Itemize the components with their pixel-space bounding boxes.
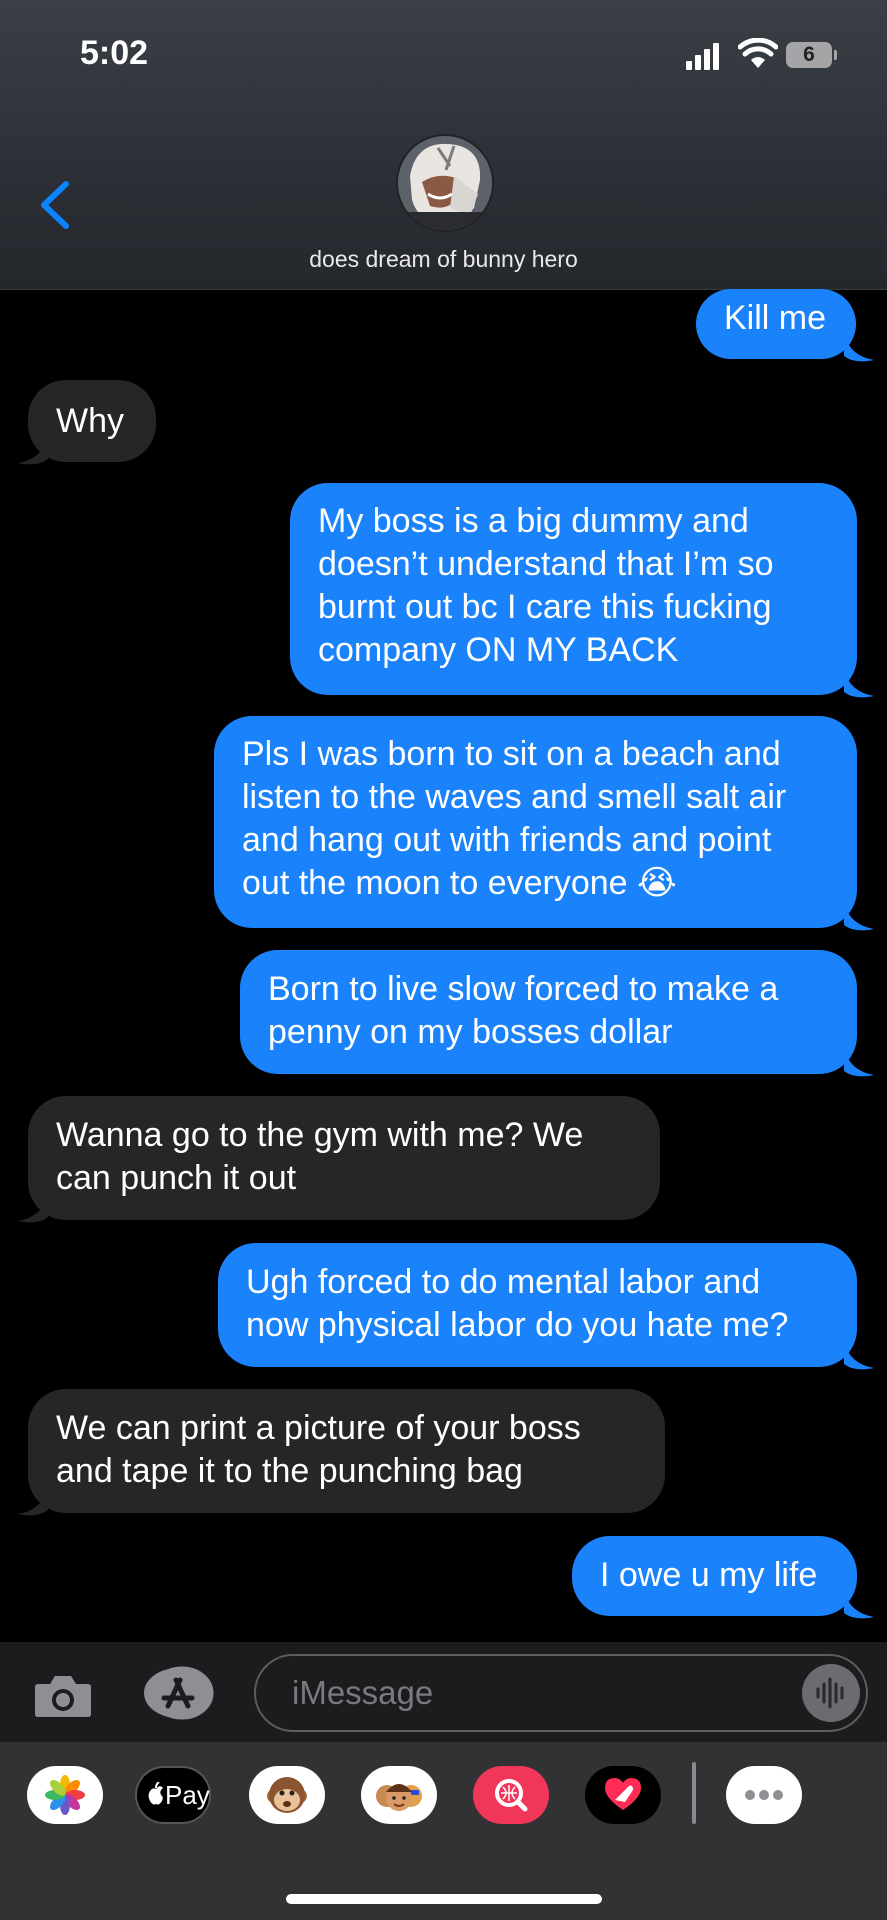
sent-message-bubble[interactable]: I owe u my life [572, 1536, 857, 1616]
apple-pay-label: Pay [165, 1780, 210, 1810]
bubble-tail [844, 1049, 874, 1077]
apple-pay-app-icon[interactable]: Pay [135, 1766, 211, 1824]
message-text: I owe u my life [600, 1556, 818, 1594]
cellular-signal-icon [686, 42, 722, 70]
app-store-icon[interactable] [142, 1666, 216, 1720]
sent-message-bubble[interactable]: Ugh forced to do mental labor and now ph… [218, 1243, 857, 1367]
animoji-monkey-icon[interactable] [249, 1766, 325, 1824]
message-text: and tape it to the punching bag [56, 1452, 523, 1490]
message-text: now physical labor do you hate me? [246, 1306, 789, 1344]
message-text: company ON MY BACK [318, 631, 679, 669]
memoji-stickers-icon[interactable] [361, 1766, 437, 1824]
sent-message-bubble[interactable]: Pls I was born to sit on a beach and lis… [214, 716, 857, 928]
camera-icon[interactable] [34, 1672, 92, 1718]
message-input-bar: iMessage [0, 1642, 887, 1742]
bubble-tail [18, 1195, 48, 1223]
received-message-bubble[interactable]: Wanna go to the gym with me? We can punc… [28, 1096, 660, 1220]
status-time: 5:02 [80, 34, 149, 72]
bubble-tail [18, 437, 48, 465]
contact-name[interactable]: does dream of bunny hero [0, 246, 887, 273]
sent-message-bubble[interactable]: Kill me [696, 289, 856, 359]
bubble-tail [844, 1342, 874, 1370]
app-drawer-divider [692, 1762, 696, 1824]
received-message-bubble[interactable]: We can print a picture of your boss and … [28, 1389, 665, 1513]
apple-logo-icon [148, 1782, 163, 1805]
digital-touch-icon[interactable] [585, 1766, 661, 1824]
bubble-tail [844, 903, 874, 931]
sent-message-bubble[interactable]: Born to live slow forced to make a penny… [240, 950, 857, 1074]
message-text: Wanna go to the gym with me? We [56, 1116, 584, 1154]
conversation-header: 5:02 6 does dream of bunny hero [0, 0, 887, 290]
imessage-input[interactable]: iMessage [254, 1654, 868, 1732]
input-placeholder: iMessage [292, 1674, 434, 1711]
message-text: out the moon to everyone 😭 [242, 864, 677, 902]
more-apps-icon[interactable] [726, 1766, 802, 1824]
audio-message-icon[interactable] [802, 1664, 860, 1722]
bubble-tail [18, 1488, 48, 1516]
message-text: listen to the waves and smell salt air [242, 778, 787, 816]
message-text: Kill me [724, 299, 827, 337]
message-text: Ugh forced to do mental labor and [246, 1263, 761, 1301]
home-indicator[interactable] [286, 1894, 602, 1904]
message-text: penny on my bosses dollar [268, 1013, 673, 1051]
message-text: Why [56, 402, 124, 440]
message-text: Pls I was born to sit on a beach and [242, 735, 781, 773]
message-text: My boss is a big dummy and [318, 502, 749, 540]
message-text: Born to live slow forced to make a [268, 970, 779, 1008]
message-text: We can print a picture of your boss [56, 1409, 581, 1447]
bubble-tail [844, 670, 874, 698]
message-text: can punch it out [56, 1159, 297, 1197]
message-text: burnt out bc I care this fucking [318, 588, 772, 626]
sent-message-bubble[interactable]: My boss is a big dummy and doesn’t under… [290, 483, 857, 695]
message-text: and hang out with friends and point [242, 821, 772, 859]
contact-avatar[interactable] [396, 134, 494, 232]
image-search-icon[interactable] [473, 1766, 549, 1824]
battery-icon: 6 [786, 42, 837, 68]
back-chevron-icon[interactable] [36, 180, 76, 230]
message-text: doesn’t understand that I’m so [318, 545, 774, 583]
bubble-tail [844, 334, 874, 362]
bubble-tail [844, 1591, 874, 1619]
photos-app-icon[interactable] [27, 1766, 103, 1824]
wifi-icon [738, 38, 778, 68]
